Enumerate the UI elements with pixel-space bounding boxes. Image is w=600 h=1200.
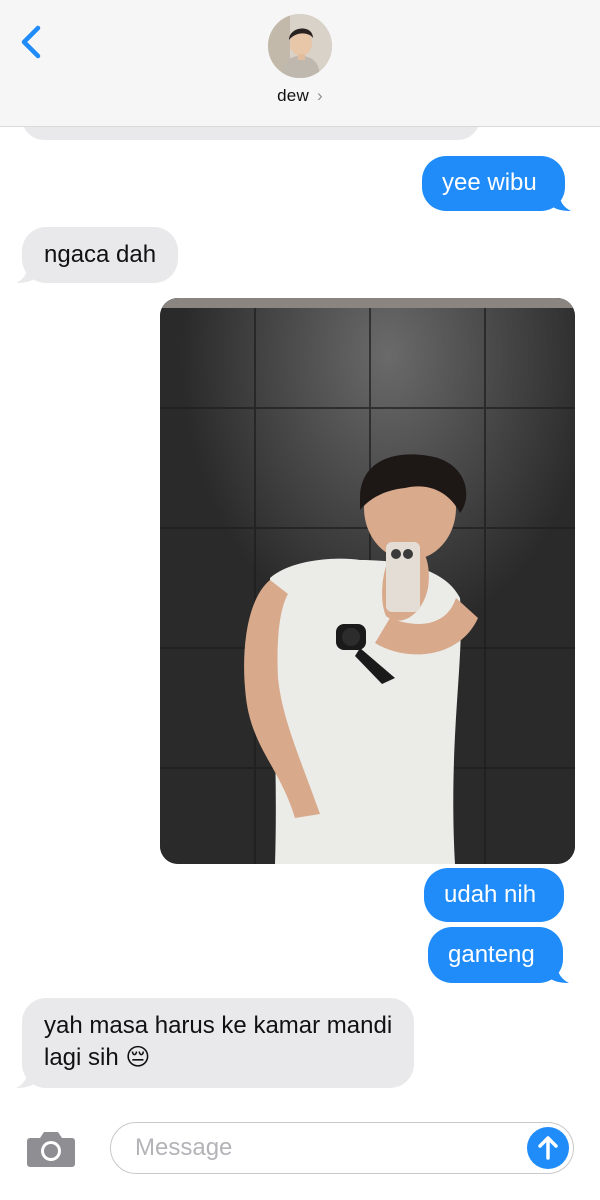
message-text-line: yah masa harus ke kamar mandi <box>44 1012 393 1039</box>
received-message[interactable]: yah masa harus ke kamar mandi lagi sih 😔 <box>16 998 415 1088</box>
mirror-selfie-photo <box>160 298 575 864</box>
bubble-tail <box>550 191 571 211</box>
chevron-right-icon: › <box>316 86 323 105</box>
sent-message[interactable]: ganteng <box>428 927 569 983</box>
photo-message[interactable] <box>160 298 575 864</box>
pensive-face-emoji: 😔 <box>125 1044 151 1071</box>
avatar-photo <box>268 14 332 78</box>
bubble-tail <box>16 263 36 283</box>
message-text-line: lagi sih 😔 <box>44 1042 392 1074</box>
conversation-header: dew › <box>0 0 600 127</box>
message-field[interactable] <box>110 1122 574 1174</box>
message-text: ngaca dah <box>44 241 157 268</box>
back-button[interactable] <box>14 20 54 64</box>
message-text: lagi sih <box>44 1044 119 1071</box>
message-text: udah nih <box>444 881 537 908</box>
sent-message[interactable]: yee wibu <box>422 156 571 211</box>
message-input[interactable] <box>133 1123 517 1173</box>
bubble-tail <box>16 1068 36 1088</box>
received-message[interactable]: ngaca dah <box>16 227 179 283</box>
camera-button[interactable] <box>26 1128 76 1168</box>
contact-name-button[interactable]: dew › <box>0 86 600 106</box>
sent-message[interactable]: udah nih <box>424 868 565 922</box>
message-text: yee wibu <box>442 169 537 196</box>
contact-name: dew <box>277 86 309 105</box>
camera-icon <box>27 1132 75 1167</box>
message-text: ganteng <box>448 941 535 968</box>
contact-avatar[interactable] <box>268 14 332 78</box>
arrow-up-icon <box>538 1136 558 1160</box>
send-button[interactable] <box>527 1127 569 1169</box>
bubble-tail <box>548 963 569 983</box>
chevron-left-icon <box>21 25 41 59</box>
